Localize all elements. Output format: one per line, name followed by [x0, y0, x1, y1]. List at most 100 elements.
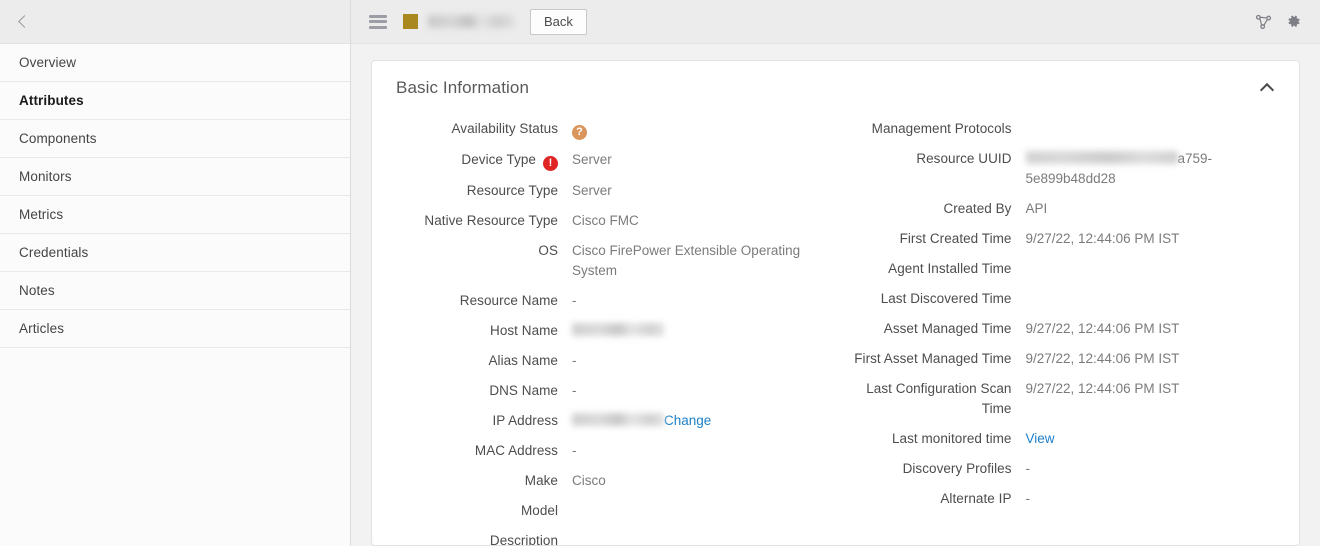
content-scroll-region: Basic Information Availability Status? De…: [351, 44, 1320, 546]
attribute-label: Alias Name: [396, 351, 572, 371]
attribute-row-last-configuration-scan-time: Last Configuration Scan Time 9/27/22, 12:…: [854, 379, 1276, 419]
sidebar-item-label: Notes: [19, 283, 55, 298]
attribute-label: Resource UUID: [854, 149, 1026, 169]
attribute-row-management-protocols: Management Protocols: [854, 119, 1276, 139]
attribute-value-text: -: [572, 443, 577, 458]
attribute-value-text: 9/27/22, 12:44:06 PM IST: [1025, 351, 1180, 366]
attribute-value: Change: [572, 411, 812, 431]
attribute-label: Device Type!: [396, 150, 572, 171]
attribute-value-text: Cisco FMC: [572, 213, 639, 228]
topology-icon[interactable]: [1250, 9, 1276, 35]
attribute-row-resource-name: Resource Name -: [396, 291, 812, 311]
resource-status-square: [403, 14, 418, 29]
attribute-label-text: Device Type: [461, 152, 536, 167]
attribute-label: Last Discovered Time: [854, 289, 1026, 309]
sidebar-item-credentials[interactable]: Credentials: [0, 234, 350, 272]
attribute-value: Cisco FMC: [572, 211, 812, 231]
sidebar-item-attributes[interactable]: Attributes: [0, 82, 350, 120]
attribute-label: Model: [396, 501, 572, 521]
attribute-label-text: Last Discovered Time: [880, 291, 1012, 306]
hamburger-menu-icon[interactable]: [369, 14, 387, 29]
attribute-value: Server: [572, 150, 812, 170]
attribute-label: Resource Name: [396, 291, 572, 311]
attribute-label-text: Last monitored time: [891, 431, 1012, 446]
attribute-value: -: [572, 291, 812, 311]
sidebar-item-notes[interactable]: Notes: [0, 272, 350, 310]
attribute-value: -: [572, 381, 812, 401]
sidebar-item-metrics[interactable]: Metrics: [0, 196, 350, 234]
attribute-label: Agent Installed Time: [854, 259, 1026, 279]
attribute-value: ?: [572, 119, 812, 140]
attribute-label-text: First Created Time: [899, 231, 1012, 246]
attribute-row-discovery-profiles: Discovery Profiles -: [854, 459, 1276, 479]
attribute-label-text: Resource UUID: [916, 151, 1012, 166]
attribute-value-text: Server: [572, 183, 612, 198]
attribute-label: DNS Name: [396, 381, 572, 401]
attribute-row-model: Model: [396, 501, 812, 521]
attribute-value-text: 9/27/22, 12:44:06 PM IST: [1025, 231, 1180, 246]
attribute-value: View: [1026, 429, 1276, 449]
attribute-value: 9/27/22, 12:44:06 PM IST: [1026, 229, 1276, 249]
attribute-value: -: [572, 351, 812, 371]
card-header: Basic Information: [396, 61, 1275, 109]
sidebar-item-monitors[interactable]: Monitors: [0, 158, 350, 196]
alert-badge-icon[interactable]: !: [543, 156, 558, 171]
attribute-label: First Created Time: [854, 229, 1026, 249]
attribute-row-first-asset-managed-time: First Asset Managed Time 9/27/22, 12:44:0…: [854, 349, 1276, 369]
change-link[interactable]: Change: [664, 413, 711, 428]
attribute-label: IP Address: [396, 411, 572, 431]
gear-icon[interactable]: [1280, 9, 1306, 35]
attribute-row-description: Description: [396, 531, 812, 545]
attribute-row-last-monitored-time: Last monitored time View: [854, 429, 1276, 449]
attribute-label-text: Discovery Profiles: [902, 461, 1012, 476]
attribute-label-text: Resource Name: [459, 293, 558, 308]
sidebar-item-label: Articles: [19, 321, 65, 336]
attributes-grid: Availability Status? Device Type! Server Re…: [396, 109, 1276, 545]
redacted-value: [572, 323, 664, 336]
attribute-value-text: Cisco: [572, 473, 606, 488]
attribute-row-make: Make Cisco: [396, 471, 812, 491]
attribute-label: First Asset Managed Time: [854, 349, 1026, 369]
attribute-value: -: [572, 441, 812, 461]
back-button[interactable]: Back: [530, 8, 587, 35]
attribute-row-device-type: Device Type! Server: [396, 150, 812, 171]
attribute-row-resource-type: Resource Type Server: [396, 181, 812, 201]
attribute-row-alternate-ip: Alternate IP -: [854, 489, 1276, 509]
attribute-label: Availability Status: [396, 119, 572, 139]
attribute-label-text: DNS Name: [489, 383, 558, 398]
sidebar-item-overview[interactable]: Overview: [0, 44, 350, 82]
attribute-value: Cisco FirePower Extensible Operating Sys…: [572, 241, 812, 281]
attribute-label: MAC Address: [396, 441, 572, 461]
attribute-row-agent-installed-time: Agent Installed Time: [854, 259, 1276, 279]
redacted-value: [572, 413, 664, 426]
attribute-row-asset-managed-time: Asset Managed Time 9/27/22, 12:44:06 PM I…: [854, 319, 1276, 339]
attribute-value: 9/27/22, 12:44:06 PM IST: [1026, 379, 1276, 399]
attribute-label-text: Model: [520, 503, 558, 518]
attribute-label-text: Created By: [943, 201, 1012, 216]
attribute-label: Management Protocols: [854, 119, 1026, 139]
unknown-status-badge-icon[interactable]: ?: [572, 125, 587, 140]
chevron-up-icon[interactable]: [1259, 80, 1275, 96]
attribute-label-text: Management Protocols: [871, 121, 1012, 136]
attribute-row-resource-uuid: Resource UUID a759-5e899b48dd28: [854, 149, 1276, 189]
view-link[interactable]: View: [1026, 431, 1055, 446]
chevron-left-icon[interactable]: [15, 13, 33, 31]
attribute-value-text: Server: [572, 152, 612, 167]
attribute-label-text: Asset Managed Time: [883, 321, 1012, 336]
attribute-label: OS: [396, 241, 572, 261]
attribute-row-created-by: Created By API: [854, 199, 1276, 219]
basic-information-card: Basic Information Availability Status? De…: [371, 60, 1300, 546]
sidebar-nav: Overview Attributes Components Monitors Metr…: [0, 44, 350, 546]
attribute-label: Last monitored time: [854, 429, 1026, 449]
sidebar-item-articles[interactable]: Articles: [0, 310, 350, 348]
attribute-value-text: 9/27/22, 12:44:06 PM IST: [1025, 381, 1180, 396]
sidebar-item-label: Monitors: [19, 169, 72, 184]
attribute-label-text: Native Resource Type: [424, 213, 558, 228]
sidebar-item-label: Metrics: [19, 207, 64, 222]
attribute-value-text: 9/27/22, 12:44:06 PM IST: [1025, 321, 1180, 336]
attribute-label: Asset Managed Time: [854, 319, 1026, 339]
attribute-value: -: [1026, 459, 1276, 479]
attribute-value: [572, 321, 812, 341]
sidebar-item-components[interactable]: Components: [0, 120, 350, 158]
attribute-label: Created By: [854, 199, 1026, 219]
